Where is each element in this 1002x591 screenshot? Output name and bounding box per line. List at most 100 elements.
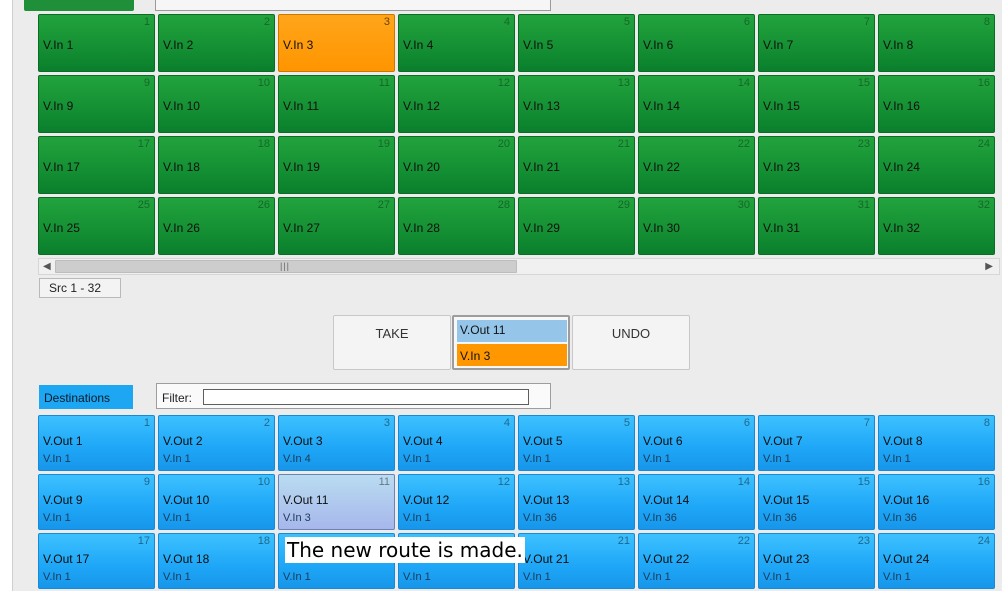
destination-tile[interactable]: 7 V.Out 7 V.In 1 bbox=[758, 415, 875, 471]
scrollbar-thumb[interactable]: ||| bbox=[55, 260, 517, 273]
routed-source: V.In 1 bbox=[283, 571, 311, 583]
destination-tile[interactable]: 13 V.Out 13 V.In 36 bbox=[518, 474, 635, 530]
source-label: V.In 4 bbox=[403, 38, 434, 52]
source-tile[interactable]: 13 V.In 13 bbox=[518, 75, 635, 133]
destination-tile[interactable]: 9 V.Out 9 V.In 1 bbox=[38, 474, 155, 530]
take-button[interactable]: TAKE bbox=[333, 315, 451, 370]
source-tile[interactable]: 18 V.In 18 bbox=[158, 136, 275, 194]
destination-tile[interactable]: 6 V.Out 6 V.In 1 bbox=[638, 415, 755, 471]
tile-number: 24 bbox=[977, 535, 990, 547]
destination-tile[interactable]: 8 V.Out 8 V.In 1 bbox=[878, 415, 995, 471]
caption-overlay: The new route is made. bbox=[285, 537, 525, 563]
source-tile[interactable]: 11 V.In 11 bbox=[278, 75, 395, 133]
source-tile[interactable]: 28 V.In 28 bbox=[398, 197, 515, 255]
destination-tile[interactable]: 24 V.Out 24 V.In 1 bbox=[878, 533, 995, 589]
sources-filter-stub[interactable] bbox=[155, 0, 551, 11]
destination-name: V.Out 14 bbox=[643, 493, 690, 507]
source-tile[interactable]: 21 V.In 21 bbox=[518, 136, 635, 194]
destination-name: V.Out 9 bbox=[43, 493, 83, 507]
destination-tile[interactable]: 21 V.Out 21 V.In 1 bbox=[518, 533, 635, 589]
source-tile[interactable]: 23 V.In 23 bbox=[758, 136, 875, 194]
destination-tile[interactable]: 23 V.Out 23 V.In 1 bbox=[758, 533, 875, 589]
routed-source: V.In 1 bbox=[403, 571, 431, 583]
source-tile[interactable]: 29 V.In 29 bbox=[518, 197, 635, 255]
source-tile[interactable]: 2 V.In 2 bbox=[158, 14, 275, 72]
tile-number: 10 bbox=[257, 476, 270, 488]
source-label: V.In 3 bbox=[283, 38, 314, 52]
filter-input[interactable] bbox=[203, 389, 529, 405]
destination-name: V.Out 16 bbox=[883, 493, 930, 507]
source-tile[interactable]: 15 V.In 15 bbox=[758, 75, 875, 133]
source-tile[interactable]: 19 V.In 19 bbox=[278, 136, 395, 194]
source-label: V.In 22 bbox=[643, 160, 680, 174]
source-tile[interactable]: 9 V.In 9 bbox=[38, 75, 155, 133]
destination-tile[interactable]: 16 V.Out 16 V.In 36 bbox=[878, 474, 995, 530]
tile-number: 17 bbox=[137, 138, 150, 150]
tile-number: 5 bbox=[623, 16, 630, 28]
source-tile[interactable]: 10 V.In 10 bbox=[158, 75, 275, 133]
destinations-tab[interactable]: Destinations bbox=[39, 385, 133, 409]
source-tile[interactable]: 14 V.In 14 bbox=[638, 75, 755, 133]
source-tile[interactable]: 25 V.In 25 bbox=[38, 197, 155, 255]
routed-source: V.In 1 bbox=[43, 512, 71, 524]
source-tile[interactable]: 12 V.In 12 bbox=[398, 75, 515, 133]
tile-number: 30 bbox=[737, 199, 750, 211]
routed-source: V.In 1 bbox=[883, 571, 911, 583]
tile-number: 22 bbox=[737, 535, 750, 547]
destination-tile[interactable]: 17 V.Out 17 V.In 1 bbox=[38, 533, 155, 589]
source-page-tab[interactable]: Src 1 - 32 bbox=[39, 278, 121, 298]
sources-tab-stub[interactable] bbox=[24, 0, 134, 11]
destination-tile[interactable]: 10 V.Out 10 V.In 1 bbox=[158, 474, 275, 530]
source-tile[interactable]: 31 V.In 31 bbox=[758, 197, 875, 255]
undo-button[interactable]: UNDO bbox=[572, 315, 690, 370]
destination-tile[interactable]: 4 V.Out 4 V.In 1 bbox=[398, 415, 515, 471]
destination-tile[interactable]: 3 V.Out 3 V.In 4 bbox=[278, 415, 395, 471]
source-tile[interactable]: 4 V.In 4 bbox=[398, 14, 515, 72]
tile-number: 25 bbox=[137, 199, 150, 211]
routed-source: V.In 36 bbox=[523, 512, 557, 524]
tile-number: 6 bbox=[743, 16, 750, 28]
destination-tile[interactable]: 15 V.Out 15 V.In 36 bbox=[758, 474, 875, 530]
source-tile[interactable]: 30 V.In 30 bbox=[638, 197, 755, 255]
source-label: V.In 14 bbox=[643, 99, 680, 113]
source-label: V.In 29 bbox=[523, 221, 560, 235]
router-control-screen: 1 V.In 1 2 V.In 2 3 V.In 3 4 V.In 4 5 V.In 5 6 V.In… bbox=[0, 0, 1002, 591]
destination-tile[interactable]: 11 V.Out 11 V.In 3 bbox=[278, 474, 395, 530]
source-label: V.In 9 bbox=[43, 99, 74, 113]
tile-number: 21 bbox=[617, 138, 630, 150]
tile-number: 7 bbox=[863, 417, 870, 429]
scroll-left-icon[interactable]: ◀ bbox=[43, 261, 51, 272]
source-tile[interactable]: 26 V.In 26 bbox=[158, 197, 275, 255]
route-preview: V.Out 11 V.In 3 bbox=[452, 315, 570, 370]
routed-source: V.In 1 bbox=[403, 453, 431, 465]
destination-tile[interactable]: 2 V.Out 2 V.In 1 bbox=[158, 415, 275, 471]
destination-tile[interactable]: 5 V.Out 5 V.In 1 bbox=[518, 415, 635, 471]
destination-tile[interactable]: 12 V.Out 12 V.In 1 bbox=[398, 474, 515, 530]
scroll-right-icon[interactable]: ▶ bbox=[985, 261, 993, 272]
destination-tile[interactable]: 1 V.Out 1 V.In 1 bbox=[38, 415, 155, 471]
source-tile[interactable]: 22 V.In 22 bbox=[638, 136, 755, 194]
source-tile[interactable]: 5 V.In 5 bbox=[518, 14, 635, 72]
source-tile[interactable]: 16 V.In 16 bbox=[878, 75, 995, 133]
window-margin bbox=[0, 0, 12, 591]
source-tile[interactable]: 20 V.In 20 bbox=[398, 136, 515, 194]
horizontal-scrollbar[interactable]: ◀ ||| ▶ bbox=[38, 258, 1000, 275]
destination-tile[interactable]: 18 V.Out 18 V.In 1 bbox=[158, 533, 275, 589]
source-tile[interactable]: 8 V.In 8 bbox=[878, 14, 995, 72]
source-tile[interactable]: 6 V.In 6 bbox=[638, 14, 755, 72]
source-label: V.In 24 bbox=[883, 160, 920, 174]
source-tile[interactable]: 7 V.In 7 bbox=[758, 14, 875, 72]
tile-number: 24 bbox=[977, 138, 990, 150]
tile-number: 31 bbox=[857, 199, 870, 211]
source-tile[interactable]: 24 V.In 24 bbox=[878, 136, 995, 194]
source-tile[interactable]: 3 V.In 3 bbox=[278, 14, 395, 72]
source-tile[interactable]: 17 V.In 17 bbox=[38, 136, 155, 194]
source-tile[interactable]: 32 V.In 32 bbox=[878, 197, 995, 255]
destination-tile[interactable]: 14 V.Out 14 V.In 36 bbox=[638, 474, 755, 530]
source-tile[interactable]: 27 V.In 27 bbox=[278, 197, 395, 255]
destination-tile[interactable]: 22 V.Out 22 V.In 1 bbox=[638, 533, 755, 589]
tile-number: 15 bbox=[857, 476, 870, 488]
source-tile[interactable]: 1 V.In 1 bbox=[38, 14, 155, 72]
source-label: V.In 31 bbox=[763, 221, 800, 235]
source-label: V.In 17 bbox=[43, 160, 80, 174]
